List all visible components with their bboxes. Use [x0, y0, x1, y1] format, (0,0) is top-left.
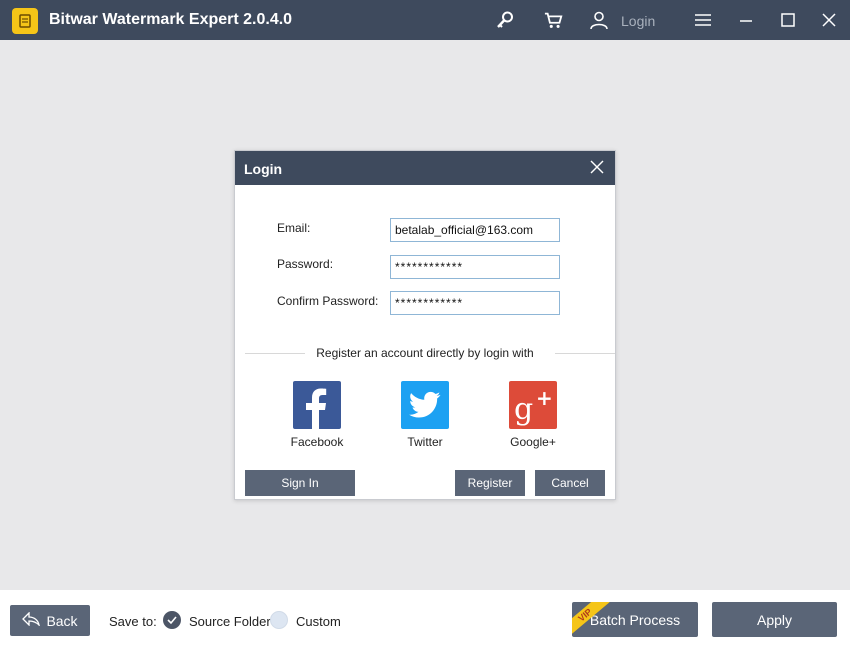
- google-plus-label: Google+: [510, 435, 556, 449]
- twitter-login-button[interactable]: Twitter: [390, 381, 460, 449]
- dialog-close-icon[interactable]: [589, 159, 605, 175]
- apply-label: Apply: [756, 611, 793, 628]
- google-plus-icon: g +: [509, 381, 557, 429]
- user-icon[interactable]: [589, 10, 609, 30]
- register-with-text: Register an account directly by login wi…: [316, 346, 534, 360]
- register-button[interactable]: Register: [455, 470, 525, 496]
- source-folder-radio[interactable]: [163, 611, 181, 629]
- batch-process-label: Batch Process: [589, 611, 681, 628]
- login-dialog: Login Email: Password: Confirm Password:…: [234, 150, 616, 500]
- facebook-label: Facebook: [290, 435, 344, 449]
- cancel-button[interactable]: Cancel: [535, 470, 605, 496]
- sign-in-button[interactable]: Sign In: [245, 470, 355, 496]
- dialog-header: Login: [235, 151, 615, 185]
- cart-icon[interactable]: [544, 10, 564, 30]
- login-link[interactable]: Login: [621, 13, 655, 29]
- title-bar: Bitwar Watermark Expert 2.0.4.0 Login: [0, 0, 850, 40]
- batch-process-button[interactable]: VIP Batch Process: [572, 602, 698, 637]
- svg-text:g: g: [514, 392, 533, 427]
- custom-radio[interactable]: [270, 611, 288, 629]
- facebook-icon: [293, 381, 341, 429]
- facebook-login-button[interactable]: Facebook: [282, 381, 352, 449]
- bottom-bar: Back Save to: Source Folder Custom VIP B…: [0, 590, 850, 650]
- back-label: Back: [46, 612, 78, 629]
- key-icon[interactable]: [495, 10, 515, 30]
- password-field[interactable]: [390, 255, 560, 279]
- dialog-title: Login: [244, 161, 283, 177]
- email-field[interactable]: [390, 218, 560, 242]
- app-title: Bitwar Watermark Expert 2.0.4.0: [49, 11, 293, 28]
- custom-label: Custom: [296, 614, 341, 629]
- minimize-icon[interactable]: [736, 10, 756, 30]
- back-arrow-icon: [22, 611, 41, 629]
- back-button[interactable]: Back: [10, 605, 90, 636]
- save-to-label: Save to:: [109, 614, 157, 629]
- google-plus-login-button[interactable]: g + Google+: [498, 381, 568, 449]
- twitter-label: Twitter: [407, 435, 443, 449]
- svg-text:+: +: [536, 386, 553, 410]
- maximize-icon[interactable]: [778, 10, 798, 30]
- email-label: Email:: [277, 221, 311, 235]
- app-logo-icon: [12, 8, 38, 34]
- confirm-password-label: Confirm Password:: [277, 294, 379, 308]
- close-window-icon[interactable]: [819, 10, 839, 30]
- confirm-password-field[interactable]: [390, 291, 560, 315]
- menu-icon[interactable]: [693, 10, 713, 30]
- twitter-icon: [401, 381, 449, 429]
- password-label: Password:: [277, 257, 334, 271]
- check-icon: [167, 616, 177, 625]
- source-folder-label: Source Folder: [189, 614, 271, 629]
- apply-button[interactable]: Apply: [712, 602, 837, 637]
